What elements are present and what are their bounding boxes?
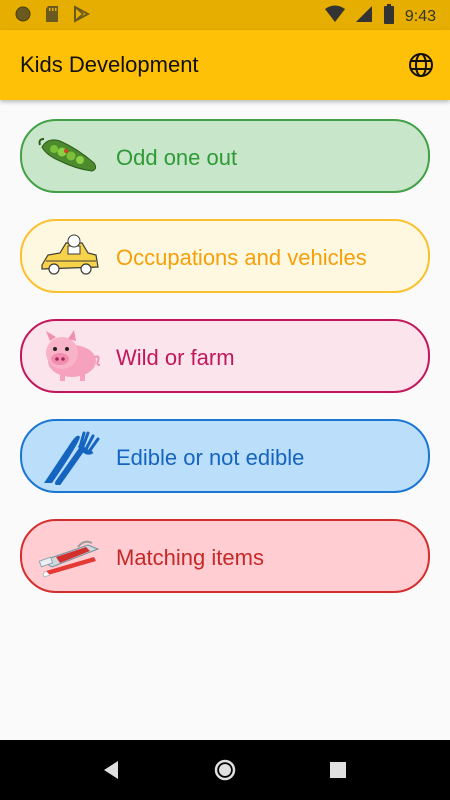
taxi-icon [38,227,102,285]
menu-item-label: Odd one out [116,145,238,170]
play-store-icon [72,5,91,28]
globe-icon [409,53,433,77]
menu-item-matching-items[interactable]: Matching items [20,519,430,593]
toothbrush-icon [38,527,102,585]
battery-icon [383,4,395,29]
app-bar: Kids Development [0,30,450,100]
recents-button[interactable] [326,758,350,782]
menu-item-label: Edible or not edible [116,445,305,470]
menu-item-edible-or-not-edible[interactable]: Edible or not edible [20,419,430,493]
sd-card-icon [44,5,60,28]
screen: 9:43 Kids Development Odd one out Occupa… [0,0,450,800]
menu-item-odd-one-out[interactable]: Odd one out [20,119,430,193]
status-notifications [14,5,91,28]
status-bar: 9:43 [0,0,450,30]
home-button[interactable] [213,758,237,782]
menu-item-label: Wild or farm [116,345,235,370]
back-icon [104,761,118,779]
back-button[interactable] [100,758,124,782]
fork-knife-icon [38,427,102,486]
language-button[interactable] [408,52,434,78]
circle-notification-icon [14,5,32,28]
app-title: Kids Development [20,52,199,77]
status-time: 9:43 [404,7,436,25]
menu-item-label: Matching items [116,545,264,570]
menu-item-wild-or-farm[interactable]: Wild or farm [20,319,430,393]
recents-icon [330,762,346,778]
menu-item-label: Occupations and vehicles [116,245,367,270]
wifi-icon [324,5,345,28]
pig-icon [38,327,102,385]
signal-icon [355,5,373,28]
menu-item-occupations-and-vehicles[interactable]: Occupations and vehicles [20,219,430,293]
status-system-icons: 9:43 [324,4,436,29]
pea-pod-icon [38,127,102,185]
home-icon [214,759,236,781]
navigation-bar [0,740,450,800]
